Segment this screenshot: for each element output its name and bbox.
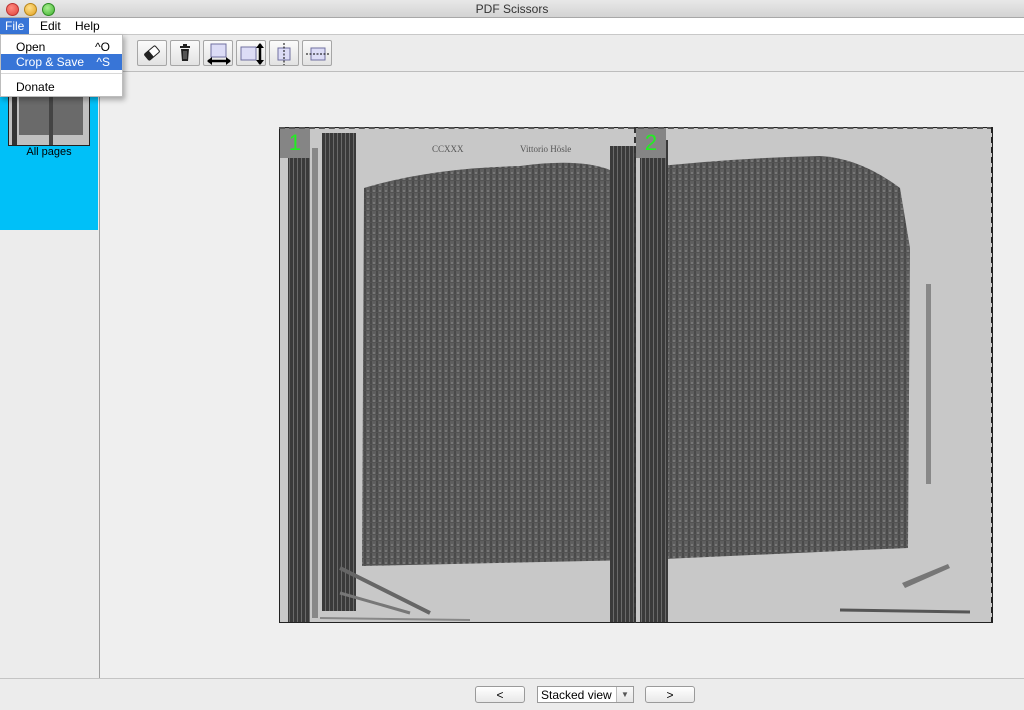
menu-item-label: Donate (16, 80, 55, 94)
window-title: PDF Scissors (475, 2, 549, 16)
page-header-right: Vittorio Hösle (520, 144, 571, 154)
menu-bar: File Edit Help (0, 18, 1024, 35)
page-header-left: CCXXX (432, 144, 464, 154)
split-horizontal-button[interactable] (302, 40, 332, 66)
crop-selection-top-edge[interactable] (279, 127, 993, 129)
crop-selection-right-edge[interactable] (991, 127, 993, 623)
menu-item-donate[interactable]: Donate (1, 79, 122, 95)
split-vertical-icon (277, 43, 291, 65)
file-menu-dropdown: Open ^O Crop & Save ^S Donate (0, 34, 123, 97)
bottom-bar: < Stacked view ▼ > (0, 678, 1024, 710)
view-mode-select[interactable]: Stacked view ▼ (537, 686, 634, 703)
page-scan-image: CCXXX Vittorio Hösle (280, 128, 992, 622)
menu-item-label: Crop & Save (16, 55, 85, 69)
menu-file[interactable]: File (0, 18, 30, 34)
stacked-page-view[interactable]: CCXXX Vittorio Hösle 1 2 (279, 127, 993, 623)
view-mode-value: Stacked view (541, 688, 612, 702)
next-page-button[interactable]: > (645, 686, 695, 703)
previous-page-button[interactable]: < (475, 686, 525, 703)
eraser-icon (144, 45, 160, 61)
menu-item-label: Open (16, 40, 46, 54)
crop-selection-divider[interactable] (634, 127, 636, 623)
trash-icon (180, 44, 190, 61)
thumbnail-all-pages[interactable]: All pages (0, 80, 98, 230)
menu-separator (1, 73, 122, 74)
eraser-button[interactable] (137, 40, 167, 66)
split-vertical-button[interactable] (269, 40, 299, 66)
page-number-1: 1 (280, 128, 310, 158)
thumbnail-label: All pages (26, 146, 72, 158)
chevron-down-icon[interactable]: ▼ (616, 687, 633, 702)
title-bar: PDF Scissors (0, 0, 1024, 18)
equal-width-icon (207, 43, 231, 65)
menu-item-open[interactable]: Open ^O (1, 39, 122, 55)
menu-item-crop-save[interactable]: Crop & Save ^S (1, 54, 122, 70)
menu-edit[interactable]: Edit (35, 18, 66, 34)
menu-item-shortcut: ^S (96, 55, 110, 69)
equal-height-icon (240, 43, 264, 65)
menu-item-shortcut: ^O (95, 40, 110, 54)
split-horizontal-icon (306, 47, 330, 61)
toolbar (0, 35, 1024, 72)
equal-width-button[interactable] (203, 40, 233, 66)
page-number-2: 2 (636, 128, 666, 158)
thumbnail-sidebar: All pages (0, 72, 100, 678)
delete-button[interactable] (170, 40, 200, 66)
menu-help[interactable]: Help (70, 18, 105, 34)
equal-height-button[interactable] (236, 40, 266, 66)
